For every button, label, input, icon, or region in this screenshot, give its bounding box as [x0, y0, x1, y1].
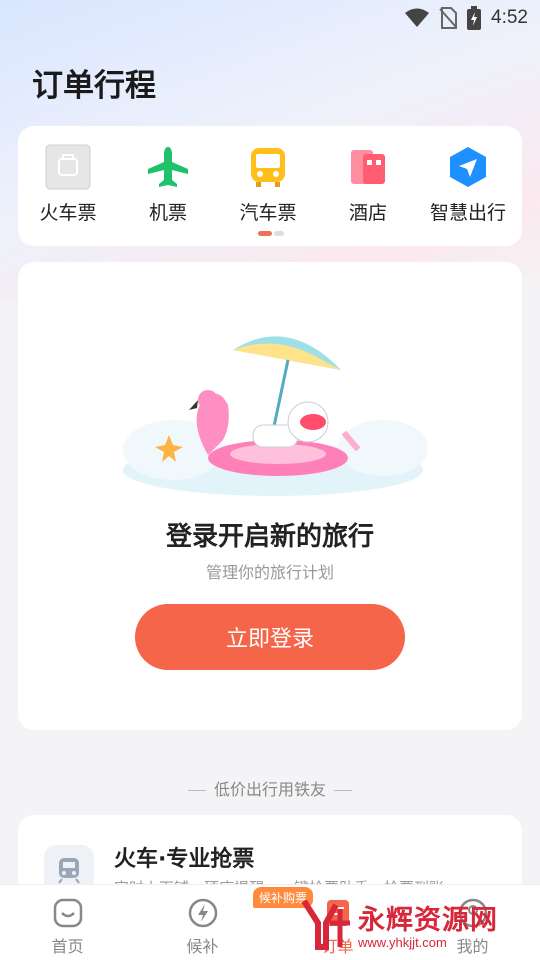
clock: 4:52	[491, 7, 528, 28]
lightning-circle-icon	[187, 897, 219, 929]
divider-label: 低价出行用铁友	[213, 780, 326, 799]
quick-link-hotel[interactable]: 酒店	[318, 144, 418, 225]
watermark: 永辉资源网 www.yhkjjt.com	[296, 892, 536, 956]
quick-link-label: 机票	[148, 202, 187, 224]
promo-title: 火车·专业抢票	[114, 847, 255, 872]
quick-link-label: 汽车票	[239, 202, 297, 224]
vacation-illustration	[123, 336, 428, 496]
page-indicator	[258, 231, 284, 236]
tab-waitlist[interactable]: 候补购票 候补	[135, 885, 314, 960]
plane-icon	[145, 144, 191, 190]
battery-charging-icon	[467, 6, 482, 30]
quick-links-card: 火车票 机票 汽车票 酒店 智慧出行	[18, 126, 522, 246]
quick-link-label: 火车票	[39, 202, 97, 224]
bus-icon	[245, 144, 291, 190]
login-button[interactable]: 立即登录	[135, 604, 405, 670]
empty-state-subtext: 管理你的旅行计划	[205, 563, 334, 582]
watermark-url: www.yhkjjt.com	[358, 935, 447, 950]
tab-label: 首页	[51, 937, 84, 956]
navigation-icon	[445, 144, 491, 190]
divider-line	[187, 790, 206, 791]
watermark-text: 永辉资源网	[358, 905, 498, 936]
tab-label: 候补	[186, 937, 219, 956]
wifi-icon	[405, 8, 430, 27]
train-ticket-icon	[45, 144, 91, 190]
divider-line	[334, 790, 352, 791]
quick-link-bus[interactable]: 汽车票	[218, 144, 318, 225]
watermark-logo	[301, 899, 350, 950]
page-title: 订单行程	[32, 68, 156, 104]
quick-link-plane[interactable]: 机票	[118, 144, 218, 225]
quick-link-label: 酒店	[348, 202, 387, 224]
page-dot-active	[258, 231, 272, 236]
empty-state-card: 登录开启新的旅行 管理你的旅行计划 立即登录	[18, 262, 522, 730]
status-bar: 4:52	[0, 0, 540, 36]
hotel-icon	[345, 144, 391, 190]
page-dot	[274, 231, 284, 236]
home-icon	[52, 897, 84, 929]
no-sim-icon	[439, 7, 458, 29]
quick-link-train[interactable]: 火车票	[18, 144, 118, 225]
tab-home[interactable]: 首页	[0, 885, 135, 960]
section-divider: 低价出行用铁友	[0, 776, 540, 800]
quick-link-label: 智慧出行	[429, 202, 506, 224]
quick-link-smart-travel[interactable]: 智慧出行	[418, 144, 518, 225]
empty-state-heading: 登录开启新的旅行	[165, 522, 374, 552]
